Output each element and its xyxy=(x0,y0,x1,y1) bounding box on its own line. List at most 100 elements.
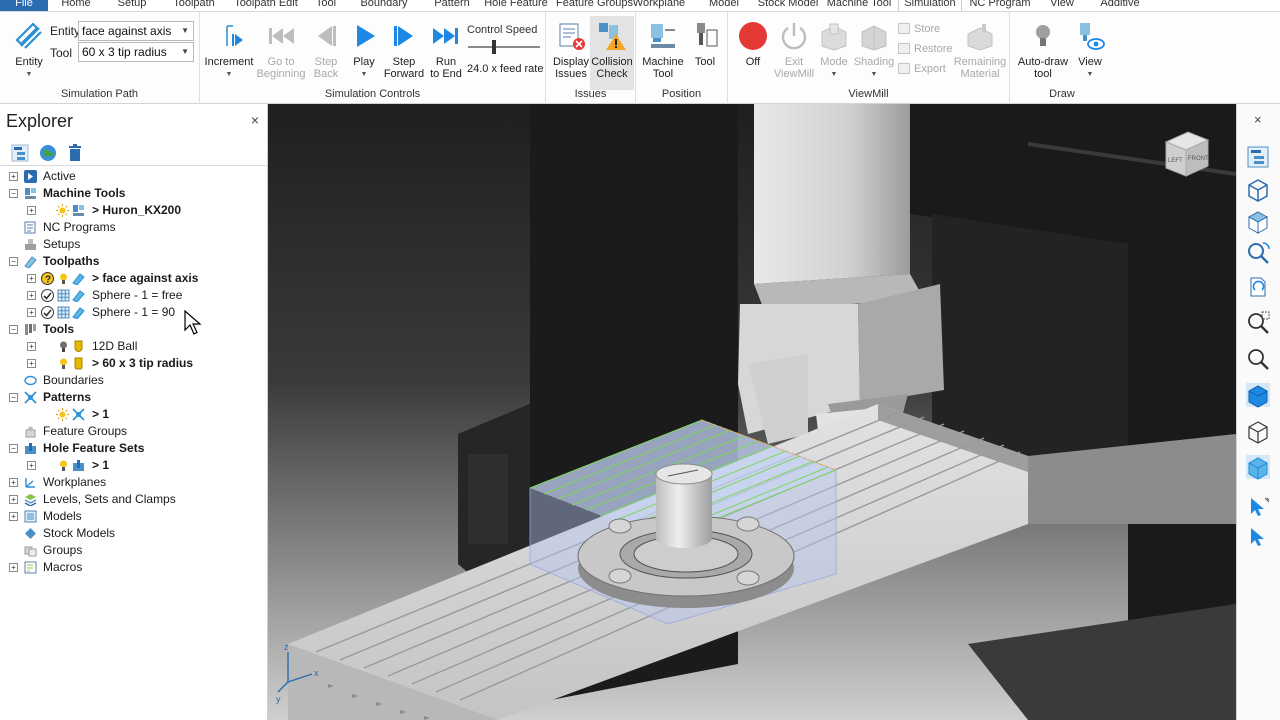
tree-item-tools[interactable]: − Tools xyxy=(0,321,268,338)
close-icon[interactable]: × xyxy=(1254,112,1262,127)
entity-select[interactable]: face against axis ▼ xyxy=(78,21,194,41)
tree-item-boundaries[interactable]: Boundaries xyxy=(0,372,268,389)
viewmill-store-button[interactable]: Store xyxy=(898,23,940,35)
tab-model[interactable]: Model xyxy=(704,0,744,11)
tree-item-huron-kx200[interactable]: + > Huron_KX200 xyxy=(0,202,268,219)
tab-workplane[interactable]: Workplane xyxy=(630,0,688,11)
tree-item-stock-models[interactable]: Stock Models xyxy=(0,525,268,542)
tree-item-feature-groups[interactable]: Feature Groups xyxy=(0,423,268,440)
machine-tool-button[interactable]: Machine Tool xyxy=(640,20,686,80)
tab-feature-groups[interactable]: Feature Groups xyxy=(556,0,633,11)
tab-toolpath-edit[interactable]: Toolpath Edit xyxy=(230,0,302,11)
display-issues-button[interactable]: Display Issues xyxy=(550,20,592,80)
viewmill-mode-button[interactable]: Mode ▼ xyxy=(816,20,852,81)
tab-machine-tool[interactable]: Machine Tool xyxy=(826,0,892,11)
step-forward-button[interactable]: Step Forward xyxy=(382,20,426,80)
pointer-icon[interactable] xyxy=(1245,524,1271,550)
isometric-view-icon[interactable] xyxy=(1245,176,1271,202)
tree-item-hole-feature-sets[interactable]: − Hole Feature Sets xyxy=(0,440,268,457)
refresh-view-icon[interactable] xyxy=(1245,274,1271,300)
tree-item-macros[interactable]: + Macros xyxy=(0,559,268,576)
tab-setup[interactable]: Setup xyxy=(110,0,154,11)
tree-view-icon[interactable] xyxy=(10,143,30,163)
tree-item-face-against-axis[interactable]: + ? > face against axis xyxy=(0,270,268,287)
tree-item-models[interactable]: + Models xyxy=(0,508,268,525)
expand-icon[interactable]: + xyxy=(27,274,36,283)
3d-viewport[interactable]: z x y LEFT FRONT xyxy=(268,104,1236,720)
run-to-end-button[interactable]: Run to End xyxy=(426,20,466,80)
shaded-wireframe-icon[interactable] xyxy=(1245,454,1271,480)
tree-item-nc-programs[interactable]: NC Programs xyxy=(0,219,268,236)
zoom-rotate-icon[interactable] xyxy=(1245,240,1271,266)
cube-view-icon[interactable] xyxy=(1245,208,1271,234)
collapse-icon[interactable]: − xyxy=(9,393,18,402)
tree-item-toolpaths[interactable]: − Toolpaths xyxy=(0,253,268,270)
view-cube-icon[interactable]: LEFT FRONT xyxy=(1158,124,1214,180)
auto-draw-tool-button[interactable]: Auto-draw tool xyxy=(1014,20,1072,80)
expand-icon[interactable]: + xyxy=(9,478,18,487)
viewmill-export-button[interactable]: Export xyxy=(898,63,946,75)
tree-item-workplanes[interactable]: + Workplanes xyxy=(0,474,268,491)
wireframe-view-icon[interactable] xyxy=(1245,418,1271,444)
expand-icon[interactable]: + xyxy=(27,359,36,368)
explorer-toggle-icon[interactable] xyxy=(1245,144,1271,170)
expand-icon[interactable]: + xyxy=(27,308,36,317)
tab-home[interactable]: Home xyxy=(56,0,96,11)
tool-select[interactable]: 60 x 3 tip radius ▼ xyxy=(78,42,194,62)
exit-viewmill-button[interactable]: Exit ViewMill xyxy=(772,20,816,80)
viewmill-shading-button[interactable]: Shading ▼ xyxy=(852,20,896,81)
tab-simulation[interactable]: Simulation xyxy=(898,0,962,11)
expand-icon[interactable]: + xyxy=(9,172,18,181)
tree-item-patterns[interactable]: − Patterns xyxy=(0,389,268,406)
expand-icon[interactable]: + xyxy=(27,206,36,215)
expand-icon[interactable]: + xyxy=(9,512,18,521)
tree-item-active[interactable]: + Active xyxy=(0,168,268,185)
tab-stock-model[interactable]: Stock Model xyxy=(756,0,820,11)
collapse-icon[interactable]: − xyxy=(9,444,18,453)
tab-additive[interactable]: Additive xyxy=(1096,0,1144,11)
zoom-box-icon[interactable] xyxy=(1245,310,1271,336)
shaded-view-icon[interactable] xyxy=(1245,382,1271,408)
trash-icon[interactable] xyxy=(65,143,85,163)
collision-check-button[interactable]: Collision Check xyxy=(590,16,634,90)
tree-item-hole-feature-set-1[interactable]: + > 1 xyxy=(0,457,268,474)
tab-file[interactable]: File xyxy=(0,0,48,11)
tab-tool[interactable]: Tool xyxy=(310,0,342,11)
control-speed-slider[interactable] xyxy=(468,40,540,54)
play-button[interactable]: Play ▼ xyxy=(346,20,382,81)
tree-item-setups[interactable]: Setups xyxy=(0,236,268,253)
viewmill-restore-button[interactable]: Restore xyxy=(898,43,953,55)
step-back-button[interactable]: Step Back xyxy=(306,20,346,80)
expand-icon[interactable]: + xyxy=(27,342,36,351)
expand-icon[interactable]: + xyxy=(9,563,18,572)
tab-nc-program[interactable]: NC Program xyxy=(968,0,1032,11)
tree-item-machine-tools[interactable]: − Machine Tools xyxy=(0,185,268,202)
tab-toolpath[interactable]: Toolpath xyxy=(166,0,222,11)
tree-item-pattern-1[interactable]: > 1 xyxy=(0,406,268,423)
collapse-icon[interactable]: − xyxy=(9,189,18,198)
tree-item-sphere-1-90[interactable]: + Sphere - 1 = 90 xyxy=(0,304,268,321)
tab-hole-feature[interactable]: Hole Feature xyxy=(484,0,548,11)
go-to-beginning-button[interactable]: Go to Beginning xyxy=(256,20,306,80)
close-icon[interactable]: × xyxy=(251,112,259,128)
select-cursor-icon[interactable] xyxy=(1245,494,1271,520)
remaining-material-button[interactable]: Remaining Material xyxy=(952,20,1008,80)
control-speed-slider-handle[interactable] xyxy=(492,40,496,54)
globe-icon[interactable] xyxy=(38,143,58,163)
tab-view[interactable]: View xyxy=(1044,0,1080,11)
expand-icon[interactable]: + xyxy=(27,291,36,300)
tree-item-60x3-tip-radius[interactable]: + > 60 x 3 tip radius xyxy=(0,355,268,372)
collapse-icon[interactable]: − xyxy=(9,325,18,334)
expand-icon[interactable]: + xyxy=(9,495,18,504)
expand-icon[interactable]: + xyxy=(27,461,36,470)
tree-item-levels-sets-clamps[interactable]: + Levels, Sets and Clamps xyxy=(0,491,268,508)
tab-boundary[interactable]: Boundary xyxy=(356,0,412,11)
draw-view-button[interactable]: View ▼ xyxy=(1072,20,1108,81)
viewmill-off-button[interactable]: Off xyxy=(732,20,774,68)
tree-item-12d-ball[interactable]: + 12D Ball xyxy=(0,338,268,355)
tree-item-groups[interactable]: Groups xyxy=(0,542,268,559)
increment-button[interactable]: Increment ▼ xyxy=(202,20,256,81)
tab-pattern[interactable]: Pattern xyxy=(428,0,476,11)
position-tool-button[interactable]: Tool xyxy=(688,20,722,68)
entity-button[interactable]: Entity ▼ xyxy=(8,20,50,81)
